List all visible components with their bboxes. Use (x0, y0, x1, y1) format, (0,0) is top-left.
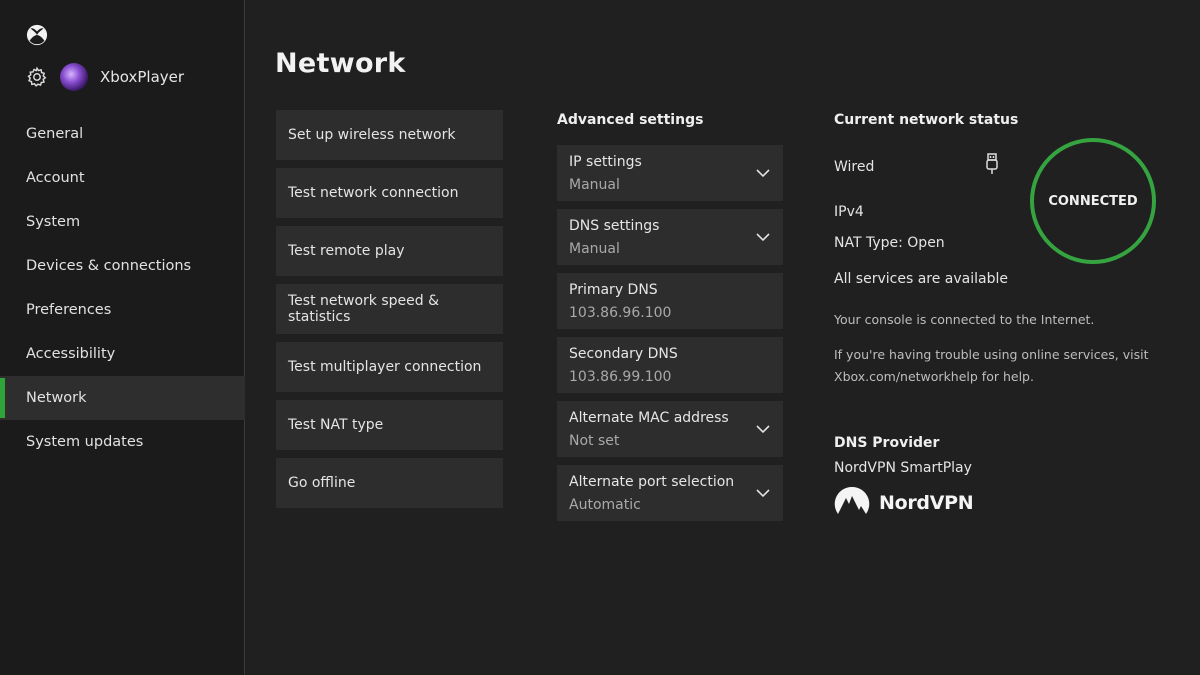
setting-label: Secondary DNS (569, 346, 678, 362)
setting-value: 103.86.96.100 (569, 305, 672, 321)
test-connection-button[interactable]: Test network connection (276, 168, 503, 218)
help-line-2: Xbox.com/networkhelp for help. (834, 369, 1034, 384)
setting-label: Alternate port selection (569, 474, 735, 490)
gamertag[interactable]: XboxPlayer (100, 68, 184, 86)
connected-badge: CONNECTED (1048, 193, 1138, 209)
setup-wireless-button[interactable]: Set up wireless network (276, 110, 503, 160)
test-remote-play-button[interactable]: Test remote play (276, 226, 503, 276)
setting-value: Manual (569, 177, 620, 193)
setting-label: Primary DNS (569, 282, 658, 298)
sidebar-item-accessibility[interactable]: Accessibility (0, 332, 245, 376)
connected-note: Your console is connected to the Interne… (834, 312, 1095, 327)
advanced-settings-list: IP settings Manual DNS settings Manual P… (557, 145, 783, 529)
test-multiplayer-button[interactable]: Test multiplayer connection (276, 342, 503, 392)
nordvpn-logo-icon (834, 486, 870, 514)
dns-settings-dropdown[interactable]: DNS settings Manual (557, 209, 783, 265)
setting-value: 103.86.99.100 (569, 369, 672, 385)
sidebar: XboxPlayer General Account System Device… (0, 0, 245, 675)
sidebar-nav: General Account System Devices & connect… (0, 112, 245, 464)
sidebar-item-devices-connections[interactable]: Devices & connections (0, 244, 245, 288)
avatar[interactable] (60, 63, 88, 91)
page-title: Network (275, 48, 406, 79)
services-status: All services are available (834, 271, 1008, 287)
test-nat-button[interactable]: Test NAT type (276, 400, 503, 450)
usb-plug-icon (986, 153, 998, 174)
chevron-down-icon (756, 233, 770, 242)
sidebar-item-network[interactable]: Network (0, 376, 245, 420)
chevron-down-icon (756, 489, 770, 498)
alternate-port-dropdown[interactable]: Alternate port selection Automatic (557, 465, 783, 521)
dns-provider-name: NordVPN SmartPlay (834, 460, 972, 476)
alternate-mac-dropdown[interactable]: Alternate MAC address Not set (557, 401, 783, 457)
connected-status-ring: CONNECTED (1030, 138, 1156, 264)
xbox-logo-icon[interactable] (26, 24, 48, 46)
nordvpn-logo-text: NordVPN (879, 492, 974, 514)
gear-icon[interactable] (26, 66, 48, 88)
test-speed-button[interactable]: Test network speed & statistics (276, 284, 503, 334)
nat-type: NAT Type: Open (834, 235, 945, 251)
ip-settings-dropdown[interactable]: IP settings Manual (557, 145, 783, 201)
sidebar-item-general[interactable]: General (0, 112, 245, 156)
dns-provider-heading: DNS Provider (834, 435, 940, 451)
help-line-1: If you're having trouble using online se… (834, 347, 1149, 362)
advanced-settings-heading: Advanced settings (557, 112, 704, 128)
profile-row[interactable]: XboxPlayer (26, 62, 184, 92)
chevron-down-icon (756, 425, 770, 434)
setting-label: IP settings (569, 154, 642, 170)
network-status-heading: Current network status (834, 112, 1019, 128)
setting-label: DNS settings (569, 218, 660, 234)
sidebar-item-system[interactable]: System (0, 200, 245, 244)
setting-value: Not set (569, 433, 620, 449)
nordvpn-logo: NordVPN (834, 486, 974, 520)
go-offline-button[interactable]: Go offline (276, 458, 503, 508)
sidebar-item-preferences[interactable]: Preferences (0, 288, 245, 332)
connection-type: Wired (834, 159, 875, 175)
setting-value: Manual (569, 241, 620, 257)
chevron-down-icon (756, 169, 770, 178)
network-actions: Set up wireless network Test network con… (276, 110, 503, 516)
setting-value: Automatic (569, 497, 641, 513)
primary-dns-field[interactable]: Primary DNS 103.86.96.100 (557, 273, 783, 329)
ip-version: IPv4 (834, 204, 864, 220)
setting-label: Alternate MAC address (569, 410, 729, 426)
secondary-dns-field[interactable]: Secondary DNS 103.86.99.100 (557, 337, 783, 393)
sidebar-item-system-updates[interactable]: System updates (0, 420, 245, 464)
sidebar-item-account[interactable]: Account (0, 156, 245, 200)
